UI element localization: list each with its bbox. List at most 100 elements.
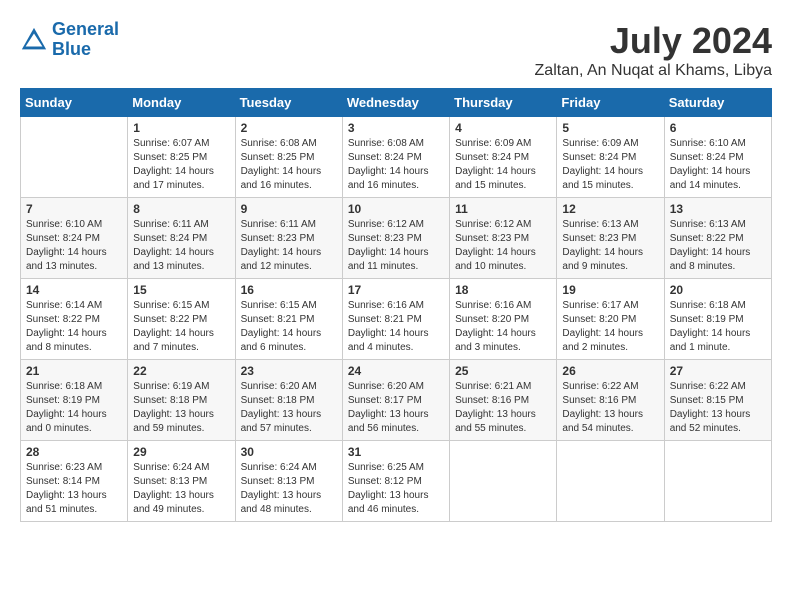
day-number: 10 xyxy=(348,202,444,216)
day-info: Sunrise: 6:20 AMSunset: 8:17 PMDaylight:… xyxy=(348,380,444,436)
calendar-cell: 7 Sunrise: 6:10 AMSunset: 8:24 PMDaylight… xyxy=(21,198,128,279)
calendar-cell: 23 Sunrise: 6:20 AMSunset: 8:18 PMDayligh… xyxy=(235,360,342,441)
day-info: Sunrise: 6:18 AMSunset: 8:19 PMDaylight:… xyxy=(26,380,122,436)
day-number: 4 xyxy=(455,121,551,135)
weekday-header-tuesday: Tuesday xyxy=(235,89,342,117)
day-number: 13 xyxy=(670,202,766,216)
day-number: 24 xyxy=(348,364,444,378)
day-info: Sunrise: 6:14 AMSunset: 8:22 PMDaylight:… xyxy=(26,299,122,355)
weekday-header-saturday: Saturday xyxy=(664,89,771,117)
calendar-cell: 31 Sunrise: 6:25 AMSunset: 8:12 PMDayligh… xyxy=(342,441,449,522)
logo-icon xyxy=(20,26,48,54)
calendar-cell: 18 Sunrise: 6:16 AMSunset: 8:20 PMDayligh… xyxy=(450,279,557,360)
logo-text-line1: General xyxy=(52,20,119,40)
day-info: Sunrise: 6:22 AMSunset: 8:15 PMDaylight:… xyxy=(670,380,766,436)
day-number: 29 xyxy=(133,445,229,459)
calendar-cell: 12Sunrise: 6:13 AMSunset: 8:23 PMDayligh… xyxy=(557,198,664,279)
location-title: Zaltan, An Nuqat al Khams, Libya xyxy=(535,62,772,80)
day-info: Sunrise: 6:07 AMSunset: 8:25 PMDaylight:… xyxy=(133,137,229,193)
day-number: 22 xyxy=(133,364,229,378)
calendar-cell: 1 Sunrise: 6:07 AMSunset: 8:25 PMDaylight… xyxy=(128,117,235,198)
calendar-cell xyxy=(21,117,128,198)
day-info: Sunrise: 6:15 AMSunset: 8:22 PMDaylight:… xyxy=(133,299,229,355)
weekday-header-friday: Friday xyxy=(557,89,664,117)
calendar-cell: 10 Sunrise: 6:12 AMSunset: 8:23 PMDayligh… xyxy=(342,198,449,279)
calendar-cell: 19Sunrise: 6:17 AMSunset: 8:20 PMDayligh… xyxy=(557,279,664,360)
day-info: Sunrise: 6:12 AMSunset: 8:23 PMDaylight:… xyxy=(348,218,444,274)
day-number: 27 xyxy=(670,364,766,378)
day-info: Sunrise: 6:09 AMSunset: 8:24 PMDaylight:… xyxy=(562,137,658,193)
calendar-cell xyxy=(450,441,557,522)
calendar-cell: 21 Sunrise: 6:18 AMSunset: 8:19 PMDayligh… xyxy=(21,360,128,441)
day-number: 5 xyxy=(562,121,658,135)
day-info: Sunrise: 6:10 AMSunset: 8:24 PMDaylight:… xyxy=(26,218,122,274)
calendar-cell: 29 Sunrise: 6:24 AMSunset: 8:13 PMDayligh… xyxy=(128,441,235,522)
day-number: 21 xyxy=(26,364,122,378)
title-block: July 2024 Zaltan, An Nuqat al Khams, Lib… xyxy=(535,20,772,80)
day-info: Sunrise: 6:20 AMSunset: 8:18 PMDaylight:… xyxy=(241,380,337,436)
day-info: Sunrise: 6:21 AMSunset: 8:16 PMDaylight:… xyxy=(455,380,551,436)
day-info: Sunrise: 6:08 AMSunset: 8:24 PMDaylight:… xyxy=(348,137,444,193)
calendar-cell: 26 Sunrise: 6:22 AMSunset: 8:16 PMDayligh… xyxy=(557,360,664,441)
calendar-cell xyxy=(557,441,664,522)
calendar-cell: 9 Sunrise: 6:11 AMSunset: 8:23 PMDaylight… xyxy=(235,198,342,279)
day-number: 6 xyxy=(670,121,766,135)
day-info: Sunrise: 6:16 AMSunset: 8:21 PMDaylight:… xyxy=(348,299,444,355)
calendar-cell: 24 Sunrise: 6:20 AMSunset: 8:17 PMDayligh… xyxy=(342,360,449,441)
day-info: Sunrise: 6:13 AMSunset: 8:23 PMDaylight:… xyxy=(562,218,658,274)
calendar-cell: 15 Sunrise: 6:15 AMSunset: 8:22 PMDayligh… xyxy=(128,279,235,360)
calendar-cell: 14 Sunrise: 6:14 AMSunset: 8:22 PMDayligh… xyxy=(21,279,128,360)
day-number: 1 xyxy=(133,121,229,135)
day-number: 15 xyxy=(133,283,229,297)
day-info: Sunrise: 6:13 AMSunset: 8:22 PMDaylight:… xyxy=(670,218,766,274)
day-number: 28 xyxy=(26,445,122,459)
day-info: Sunrise: 6:25 AMSunset: 8:12 PMDaylight:… xyxy=(348,461,444,517)
calendar-table: SundayMondayTuesdayWednesdayThursdayFrid… xyxy=(20,88,772,522)
day-number: 30 xyxy=(241,445,337,459)
calendar-cell: 28 Sunrise: 6:23 AMSunset: 8:14 PMDayligh… xyxy=(21,441,128,522)
day-info: Sunrise: 6:16 AMSunset: 8:20 PMDaylight:… xyxy=(455,299,551,355)
calendar-cell: 17 Sunrise: 6:16 AMSunset: 8:21 PMDayligh… xyxy=(342,279,449,360)
day-info: Sunrise: 6:24 AMSunset: 8:13 PMDaylight:… xyxy=(241,461,337,517)
calendar-cell xyxy=(664,441,771,522)
logo-text-line2: Blue xyxy=(52,40,119,60)
day-number: 18 xyxy=(455,283,551,297)
day-number: 16 xyxy=(241,283,337,297)
calendar-cell: 2 Sunrise: 6:08 AMSunset: 8:25 PMDaylight… xyxy=(235,117,342,198)
calendar-cell: 25 Sunrise: 6:21 AMSunset: 8:16 PMDayligh… xyxy=(450,360,557,441)
day-info: Sunrise: 6:22 AMSunset: 8:16 PMDaylight:… xyxy=(562,380,658,436)
day-number: 31 xyxy=(348,445,444,459)
day-number: 9 xyxy=(241,202,337,216)
day-info: Sunrise: 6:17 AMSunset: 8:20 PMDaylight:… xyxy=(562,299,658,355)
calendar-cell: 20 Sunrise: 6:18 AMSunset: 8:19 PMDayligh… xyxy=(664,279,771,360)
weekday-header-monday: Monday xyxy=(128,89,235,117)
day-info: Sunrise: 6:23 AMSunset: 8:14 PMDaylight:… xyxy=(26,461,122,517)
calendar-cell: 5 Sunrise: 6:09 AMSunset: 8:24 PMDaylight… xyxy=(557,117,664,198)
day-number: 17 xyxy=(348,283,444,297)
day-info: Sunrise: 6:08 AMSunset: 8:25 PMDaylight:… xyxy=(241,137,337,193)
logo: General Blue xyxy=(20,20,119,60)
day-info: Sunrise: 6:10 AMSunset: 8:24 PMDaylight:… xyxy=(670,137,766,193)
day-number: 20 xyxy=(670,283,766,297)
calendar-cell: 30 Sunrise: 6:24 AMSunset: 8:13 PMDayligh… xyxy=(235,441,342,522)
day-info: Sunrise: 6:24 AMSunset: 8:13 PMDaylight:… xyxy=(133,461,229,517)
day-number: 26 xyxy=(562,364,658,378)
day-number: 7 xyxy=(26,202,122,216)
day-number: 11 xyxy=(455,202,551,216)
day-number: 2 xyxy=(241,121,337,135)
day-info: Sunrise: 6:18 AMSunset: 8:19 PMDaylight:… xyxy=(670,299,766,355)
day-info: Sunrise: 6:09 AMSunset: 8:24 PMDaylight:… xyxy=(455,137,551,193)
calendar-cell: 11Sunrise: 6:12 AMSunset: 8:23 PMDayligh… xyxy=(450,198,557,279)
day-info: Sunrise: 6:19 AMSunset: 8:18 PMDaylight:… xyxy=(133,380,229,436)
weekday-header-thursday: Thursday xyxy=(450,89,557,117)
day-number: 25 xyxy=(455,364,551,378)
calendar-cell: 3Sunrise: 6:08 AMSunset: 8:24 PMDaylight… xyxy=(342,117,449,198)
day-info: Sunrise: 6:11 AMSunset: 8:23 PMDaylight:… xyxy=(241,218,337,274)
calendar-cell: 4 Sunrise: 6:09 AMSunset: 8:24 PMDaylight… xyxy=(450,117,557,198)
day-number: 23 xyxy=(241,364,337,378)
calendar-cell: 8Sunrise: 6:11 AMSunset: 8:24 PMDaylight… xyxy=(128,198,235,279)
calendar-cell: 27 Sunrise: 6:22 AMSunset: 8:15 PMDayligh… xyxy=(664,360,771,441)
day-number: 14 xyxy=(26,283,122,297)
calendar-cell: 16 Sunrise: 6:15 AMSunset: 8:21 PMDayligh… xyxy=(235,279,342,360)
day-info: Sunrise: 6:15 AMSunset: 8:21 PMDaylight:… xyxy=(241,299,337,355)
